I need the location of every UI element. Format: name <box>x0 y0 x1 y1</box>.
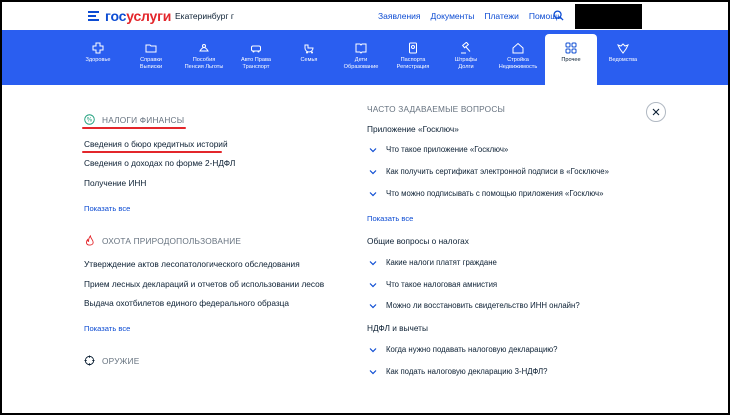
screenshot-border <box>0 0 730 415</box>
